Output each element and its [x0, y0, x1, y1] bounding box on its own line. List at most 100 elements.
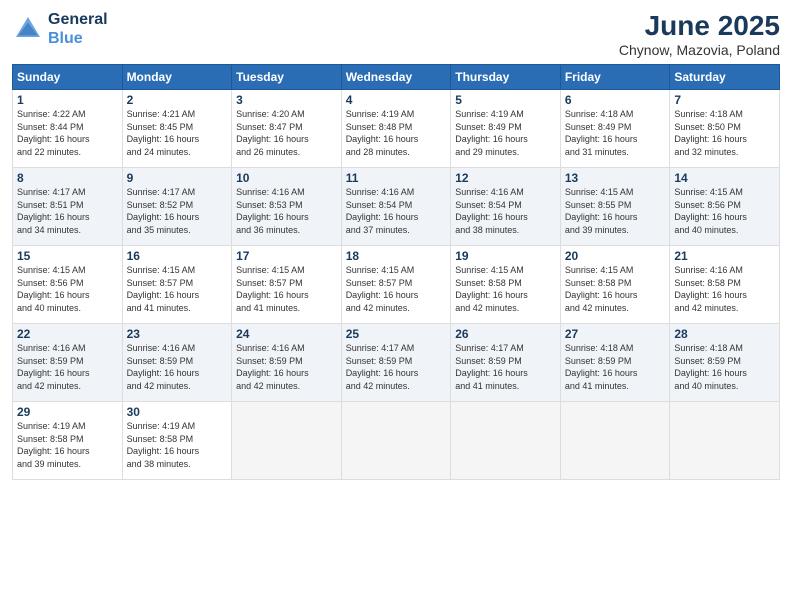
day-number: 26 — [455, 327, 556, 341]
title-block: June 2025 Chynow, Mazovia, Poland — [619, 10, 780, 58]
day-number: 12 — [455, 171, 556, 185]
day-number: 9 — [127, 171, 228, 185]
cell-info: Sunrise: 4:15 AMSunset: 8:58 PMDaylight:… — [565, 264, 666, 314]
week-row-2: 8Sunrise: 4:17 AMSunset: 8:51 PMDaylight… — [13, 168, 780, 246]
cell-info: Sunrise: 4:16 AMSunset: 8:58 PMDaylight:… — [674, 264, 775, 314]
col-wednesday: Wednesday — [341, 65, 451, 90]
day-number: 14 — [674, 171, 775, 185]
calendar-cell: 7Sunrise: 4:18 AMSunset: 8:50 PMDaylight… — [670, 90, 780, 168]
cell-info: Sunrise: 4:15 AMSunset: 8:57 PMDaylight:… — [236, 264, 337, 314]
calendar-cell: 21Sunrise: 4:16 AMSunset: 8:58 PMDayligh… — [670, 246, 780, 324]
cell-info: Sunrise: 4:19 AMSunset: 8:58 PMDaylight:… — [127, 420, 228, 470]
calendar-cell: 10Sunrise: 4:16 AMSunset: 8:53 PMDayligh… — [232, 168, 342, 246]
calendar-cell: 23Sunrise: 4:16 AMSunset: 8:59 PMDayligh… — [122, 324, 232, 402]
calendar-cell: 4Sunrise: 4:19 AMSunset: 8:48 PMDaylight… — [341, 90, 451, 168]
col-tuesday: Tuesday — [232, 65, 342, 90]
cell-info: Sunrise: 4:15 AMSunset: 8:56 PMDaylight:… — [674, 186, 775, 236]
calendar-cell: 20Sunrise: 4:15 AMSunset: 8:58 PMDayligh… — [560, 246, 670, 324]
calendar-cell: 29Sunrise: 4:19 AMSunset: 8:58 PMDayligh… — [13, 402, 123, 480]
day-number: 5 — [455, 93, 556, 107]
main-title: June 2025 — [619, 10, 780, 42]
cell-info: Sunrise: 4:18 AMSunset: 8:49 PMDaylight:… — [565, 108, 666, 158]
cell-info: Sunrise: 4:17 AMSunset: 8:59 PMDaylight:… — [455, 342, 556, 392]
day-number: 19 — [455, 249, 556, 263]
cell-info: Sunrise: 4:17 AMSunset: 8:52 PMDaylight:… — [127, 186, 228, 236]
calendar-cell: 5Sunrise: 4:19 AMSunset: 8:49 PMDaylight… — [451, 90, 561, 168]
calendar-cell — [341, 402, 451, 480]
day-number: 4 — [346, 93, 447, 107]
cell-info: Sunrise: 4:18 AMSunset: 8:50 PMDaylight:… — [674, 108, 775, 158]
cell-info: Sunrise: 4:18 AMSunset: 8:59 PMDaylight:… — [674, 342, 775, 392]
calendar-cell — [451, 402, 561, 480]
day-number: 24 — [236, 327, 337, 341]
calendar-cell — [670, 402, 780, 480]
subtitle: Chynow, Mazovia, Poland — [619, 42, 780, 58]
day-number: 11 — [346, 171, 447, 185]
cell-info: Sunrise: 4:15 AMSunset: 8:56 PMDaylight:… — [17, 264, 118, 314]
day-number: 15 — [17, 249, 118, 263]
week-row-4: 22Sunrise: 4:16 AMSunset: 8:59 PMDayligh… — [13, 324, 780, 402]
week-row-3: 15Sunrise: 4:15 AMSunset: 8:56 PMDayligh… — [13, 246, 780, 324]
calendar-cell: 2Sunrise: 4:21 AMSunset: 8:45 PMDaylight… — [122, 90, 232, 168]
cell-info: Sunrise: 4:16 AMSunset: 8:53 PMDaylight:… — [236, 186, 337, 236]
logo-text: General Blue — [48, 10, 108, 48]
cell-info: Sunrise: 4:15 AMSunset: 8:57 PMDaylight:… — [127, 264, 228, 314]
calendar-cell: 27Sunrise: 4:18 AMSunset: 8:59 PMDayligh… — [560, 324, 670, 402]
calendar-cell — [560, 402, 670, 480]
day-number: 27 — [565, 327, 666, 341]
day-number: 21 — [674, 249, 775, 263]
header: General Blue June 2025 Chynow, Mazovia, … — [12, 10, 780, 58]
calendar-header-row: Sunday Monday Tuesday Wednesday Thursday… — [13, 65, 780, 90]
calendar-cell: 13Sunrise: 4:15 AMSunset: 8:55 PMDayligh… — [560, 168, 670, 246]
day-number: 8 — [17, 171, 118, 185]
calendar-cell: 8Sunrise: 4:17 AMSunset: 8:51 PMDaylight… — [13, 168, 123, 246]
calendar-cell: 3Sunrise: 4:20 AMSunset: 8:47 PMDaylight… — [232, 90, 342, 168]
day-number: 3 — [236, 93, 337, 107]
cell-info: Sunrise: 4:16 AMSunset: 8:59 PMDaylight:… — [236, 342, 337, 392]
calendar-cell: 11Sunrise: 4:16 AMSunset: 8:54 PMDayligh… — [341, 168, 451, 246]
logo-icon — [12, 13, 44, 45]
col-monday: Monday — [122, 65, 232, 90]
calendar-cell: 25Sunrise: 4:17 AMSunset: 8:59 PMDayligh… — [341, 324, 451, 402]
calendar-cell: 18Sunrise: 4:15 AMSunset: 8:57 PMDayligh… — [341, 246, 451, 324]
calendar-cell: 15Sunrise: 4:15 AMSunset: 8:56 PMDayligh… — [13, 246, 123, 324]
day-number: 7 — [674, 93, 775, 107]
cell-info: Sunrise: 4:19 AMSunset: 8:49 PMDaylight:… — [455, 108, 556, 158]
day-number: 25 — [346, 327, 447, 341]
day-number: 22 — [17, 327, 118, 341]
calendar-cell: 14Sunrise: 4:15 AMSunset: 8:56 PMDayligh… — [670, 168, 780, 246]
cell-info: Sunrise: 4:16 AMSunset: 8:54 PMDaylight:… — [455, 186, 556, 236]
week-row-5: 29Sunrise: 4:19 AMSunset: 8:58 PMDayligh… — [13, 402, 780, 480]
week-row-1: 1Sunrise: 4:22 AMSunset: 8:44 PMDaylight… — [13, 90, 780, 168]
day-number: 10 — [236, 171, 337, 185]
cell-info: Sunrise: 4:22 AMSunset: 8:44 PMDaylight:… — [17, 108, 118, 158]
col-thursday: Thursday — [451, 65, 561, 90]
calendar-cell: 24Sunrise: 4:16 AMSunset: 8:59 PMDayligh… — [232, 324, 342, 402]
day-number: 29 — [17, 405, 118, 419]
day-number: 17 — [236, 249, 337, 263]
calendar-cell: 1Sunrise: 4:22 AMSunset: 8:44 PMDaylight… — [13, 90, 123, 168]
cell-info: Sunrise: 4:17 AMSunset: 8:51 PMDaylight:… — [17, 186, 118, 236]
day-number: 13 — [565, 171, 666, 185]
day-number: 16 — [127, 249, 228, 263]
cell-info: Sunrise: 4:18 AMSunset: 8:59 PMDaylight:… — [565, 342, 666, 392]
page-container: General Blue June 2025 Chynow, Mazovia, … — [0, 0, 792, 612]
calendar-cell: 12Sunrise: 4:16 AMSunset: 8:54 PMDayligh… — [451, 168, 561, 246]
calendar-cell — [232, 402, 342, 480]
day-number: 1 — [17, 93, 118, 107]
cell-info: Sunrise: 4:16 AMSunset: 8:59 PMDaylight:… — [127, 342, 228, 392]
cell-info: Sunrise: 4:15 AMSunset: 8:58 PMDaylight:… — [455, 264, 556, 314]
calendar-cell: 22Sunrise: 4:16 AMSunset: 8:59 PMDayligh… — [13, 324, 123, 402]
cell-info: Sunrise: 4:16 AMSunset: 8:59 PMDaylight:… — [17, 342, 118, 392]
day-number: 23 — [127, 327, 228, 341]
calendar-cell: 28Sunrise: 4:18 AMSunset: 8:59 PMDayligh… — [670, 324, 780, 402]
day-number: 18 — [346, 249, 447, 263]
calendar-cell: 30Sunrise: 4:19 AMSunset: 8:58 PMDayligh… — [122, 402, 232, 480]
day-number: 30 — [127, 405, 228, 419]
col-sunday: Sunday — [13, 65, 123, 90]
cell-info: Sunrise: 4:20 AMSunset: 8:47 PMDaylight:… — [236, 108, 337, 158]
cell-info: Sunrise: 4:16 AMSunset: 8:54 PMDaylight:… — [346, 186, 447, 236]
calendar-table: Sunday Monday Tuesday Wednesday Thursday… — [12, 64, 780, 480]
cell-info: Sunrise: 4:15 AMSunset: 8:55 PMDaylight:… — [565, 186, 666, 236]
cell-info: Sunrise: 4:19 AMSunset: 8:58 PMDaylight:… — [17, 420, 118, 470]
